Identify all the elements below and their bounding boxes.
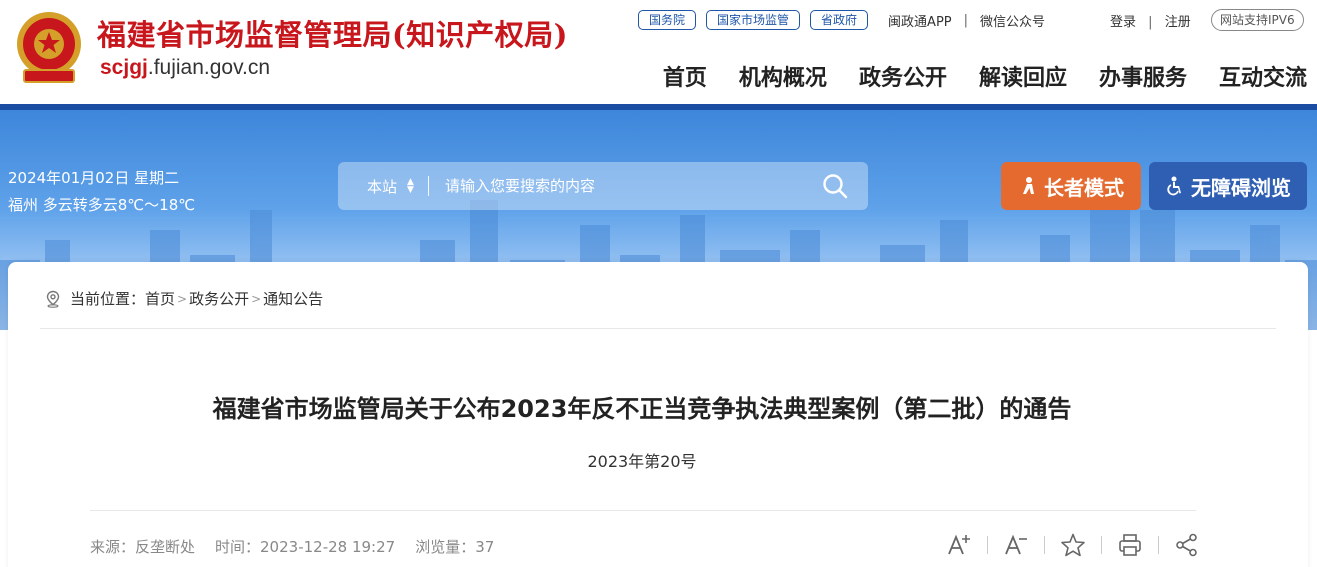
divider: | — [1148, 15, 1153, 30]
elder-mode-button[interactable]: 长者模式 — [1001, 162, 1141, 210]
article-title: 福建省市场监管局关于公布2023年反不正当竞争执法典型案例（第二批）的通告 — [212, 395, 1072, 423]
divider — [987, 536, 988, 554]
breadcrumb-gov-affairs[interactable]: 政务公开 — [189, 288, 249, 309]
link-wechat[interactable]: 微信公众号 — [980, 11, 1045, 30]
search-scope-select[interactable]: 本站 ▲ ▼ — [367, 176, 414, 197]
search-scope-label: 本站 — [367, 177, 398, 196]
nav-interpretation[interactable]: 解读回应 — [979, 60, 1067, 92]
site-domain: scjgj.fujian.gov.cn — [100, 56, 270, 80]
accessible-label: 无障碍浏览 — [1191, 175, 1291, 200]
article-tools — [946, 532, 1200, 558]
search-input[interactable] — [444, 177, 785, 195]
elder-mode-label: 长者模式 — [1044, 175, 1124, 200]
accessible-browse-button[interactable]: 无障碍浏览 — [1149, 162, 1307, 210]
main-nav: 首页 机构概况 政务公开 解读回应 办事服务 互动交流 — [631, 60, 1307, 92]
nav-services[interactable]: 办事服务 — [1099, 60, 1187, 92]
document-number: 2023年第20号 — [587, 452, 697, 471]
breadcrumb-notices[interactable]: 通知公告 — [263, 288, 323, 309]
location-pin-icon — [46, 290, 60, 308]
divider — [427, 176, 429, 196]
article-time: 时间：2023-12-28 19:27 — [215, 538, 396, 556]
elder-person-icon — [1023, 177, 1034, 194]
domain-rest: .fujian.gov.cn — [147, 56, 271, 79]
nav-home[interactable]: 首页 — [663, 60, 707, 92]
link-provincial-gov[interactable]: 省政府 — [810, 10, 869, 30]
top-links: 国务院 国家市场监管 省政府 闽政通APP | 微信公众号 — [638, 9, 1045, 31]
link-samr[interactable]: 国家市场监管 — [706, 10, 801, 30]
divider — [40, 328, 1276, 329]
search-bar: 本站 ▲ ▼ — [338, 162, 868, 210]
breadcrumb-separator: > — [251, 291, 262, 306]
nav-gov-affairs[interactable]: 政务公开 — [859, 60, 947, 92]
breadcrumb-home[interactable]: 首页 — [145, 288, 175, 309]
divider: | — [963, 12, 969, 28]
divider — [1044, 536, 1045, 554]
weather: 福州 多云转多云8℃～18℃ — [8, 196, 196, 214]
site-title: 福建省市场监督管理局(知识产权局) — [97, 18, 568, 52]
ipv6-badge: 网站支持IPV6 — [1211, 9, 1304, 31]
breadcrumb: 当前位置： 首页 > 政务公开 > 通知公告 — [44, 288, 323, 309]
breadcrumb-separator: > — [177, 291, 188, 306]
breadcrumb-prefix: 当前位置： — [70, 290, 146, 308]
nav-interaction[interactable]: 互动交流 — [1219, 60, 1307, 92]
font-decrease-icon[interactable] — [1003, 532, 1029, 558]
search-icon[interactable] — [822, 173, 848, 199]
current-date: 2024年01月02日 星期二 — [8, 169, 180, 187]
share-icon[interactable] — [1174, 532, 1200, 558]
article-source: 来源：反垄断处 — [90, 538, 196, 556]
article-meta: 来源：反垄断处 时间：2023-12-28 19:27 浏览量：37 — [90, 536, 514, 557]
register-link[interactable]: 注册 — [1165, 15, 1191, 30]
link-state-council[interactable]: 国务院 — [638, 10, 697, 30]
updown-arrow-icon: ▲ ▼ — [407, 177, 414, 195]
wheelchair-icon — [1167, 176, 1181, 196]
divider — [90, 510, 1196, 511]
national-emblem-icon — [17, 12, 81, 83]
article-card: 当前位置： 首页 > 政务公开 > 通知公告 福建省市场监管局关于公布2023年… — [8, 262, 1308, 567]
domain-highlight: scjgj — [100, 56, 148, 79]
nav-organization[interactable]: 机构概况 — [739, 60, 827, 92]
login-register: 登录 | 注册 — [1110, 11, 1191, 30]
divider — [1158, 536, 1159, 554]
date-weather: 2024年01月02日 星期二 福州 多云转多云8℃～18℃ — [8, 165, 195, 219]
divider — [1101, 536, 1102, 554]
print-icon[interactable] — [1117, 532, 1143, 558]
link-mztong-app[interactable]: 闽政通APP — [888, 11, 952, 30]
login-link[interactable]: 登录 — [1110, 15, 1136, 30]
favorite-star-icon[interactable] — [1060, 532, 1086, 558]
site-header: 福建省市场监督管理局(知识产权局) scjgj.fujian.gov.cn 国务… — [0, 0, 1317, 104]
article-views: 浏览量：37 — [415, 538, 495, 556]
font-increase-icon[interactable] — [946, 532, 972, 558]
